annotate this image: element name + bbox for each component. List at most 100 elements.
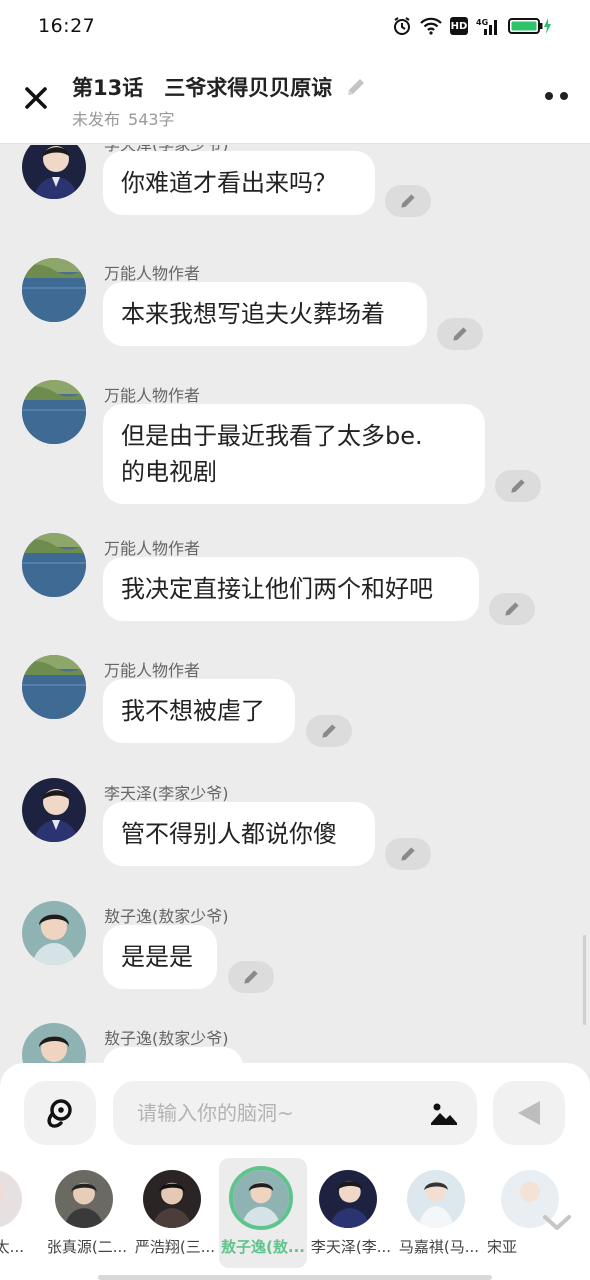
message-text: 管不得别人都说你傻 (121, 820, 337, 848)
pencil-icon (244, 970, 258, 984)
sender-name: 李天泽(李家少爷) (104, 784, 229, 803)
pencil-icon (401, 847, 415, 861)
character-name: 敖子逸(敖... (221, 1238, 305, 1256)
avatar[interactable] (22, 533, 86, 597)
character-avatar (407, 1170, 465, 1228)
character-name: (太... (0, 1238, 24, 1256)
message-bubble[interactable]: 管不得别人都说你傻 (103, 802, 375, 866)
message-bubble[interactable] (103, 1047, 243, 1063)
send-icon (518, 1101, 540, 1125)
edit-title-icon[interactable] (344, 75, 368, 99)
avatar-ao-ziyi-image (22, 901, 86, 965)
voice-input-button[interactable] (24, 1081, 96, 1145)
sender-name: 敖子逸(敖家少爷) (104, 907, 229, 926)
character-item-selected[interactable]: 敖子逸(敖... (219, 1158, 307, 1268)
message-bubble[interactable]: 我决定直接让他们两个和好吧 (103, 557, 479, 621)
edit-message-button[interactable] (306, 715, 352, 747)
edit-message-button[interactable] (437, 318, 483, 350)
avatar-author-image (22, 380, 86, 444)
character-avatar (55, 1170, 113, 1228)
avatar[interactable] (22, 778, 86, 842)
character-name: 李天泽(李... (310, 1238, 392, 1256)
sender-name: 万能人物作者 (104, 264, 201, 283)
edit-message-button[interactable] (385, 838, 431, 870)
edit-message-button[interactable] (228, 961, 274, 993)
avatar-author-image (22, 655, 86, 719)
character-avatar-image (55, 1170, 113, 1228)
avatar[interactable] (22, 1023, 86, 1063)
character-avatar-image (407, 1170, 465, 1228)
character-item[interactable]: 张真源(二... (43, 1158, 131, 1268)
character-strip[interactable]: (太... 张真源(二... 严浩翔(三... (0, 1158, 590, 1268)
sender-name: 万能人物作者 (104, 386, 201, 405)
pencil-icon (505, 602, 519, 616)
character-avatar (229, 1166, 293, 1230)
message-input-box[interactable] (113, 1081, 477, 1145)
hd-badge: HD (450, 17, 468, 35)
avatar-li-tianze-image (22, 145, 86, 199)
character-item[interactable]: (太... (0, 1158, 38, 1268)
more-options-button[interactable] (545, 92, 568, 100)
edit-message-button[interactable] (489, 593, 535, 625)
avatar[interactable] (22, 258, 86, 322)
character-avatar-image (233, 1170, 289, 1226)
chapter-title[interactable]: 第13话 三爷求得贝贝原谅 (72, 72, 332, 102)
message-bubble[interactable]: 我不想被虐了 (103, 679, 295, 743)
chevron-down-icon[interactable] (540, 1211, 574, 1235)
signal-icon: 4G (476, 18, 497, 35)
alarm-icon (394, 17, 410, 35)
status-time: 16:27 (38, 15, 96, 37)
message-bubble[interactable]: 你难道才看出来吗？ (103, 151, 375, 215)
character-avatar (0, 1170, 22, 1228)
network-label: 4G (476, 18, 488, 27)
chat-area[interactable]: 李天泽(李家少爷) 你难道才看出来吗？ 万能人物作者 本来我想写追夫火葬场着 (0, 145, 590, 1063)
image-icon[interactable] (429, 1099, 459, 1127)
message-text: 本来我想写追夫火葬场着 (121, 300, 385, 328)
character-strip-scrollbar[interactable] (98, 1275, 492, 1280)
avatar[interactable] (22, 380, 86, 444)
pencil-icon (322, 724, 336, 738)
battery-icon (508, 18, 551, 34)
character-avatar (319, 1170, 377, 1228)
character-name: 严浩翔(三... (134, 1238, 216, 1256)
message-bubble[interactable]: 但是由于最近我看了太多be. 的电视剧 (103, 404, 485, 504)
edit-message-button[interactable] (385, 185, 431, 217)
word-count: 543字 (128, 110, 175, 129)
avatar-author-image (22, 533, 86, 597)
close-icon[interactable] (22, 84, 50, 112)
avatar-ao-ziyi-image (22, 1023, 86, 1063)
message-text: 的电视剧 (121, 458, 217, 486)
sender-name: 万能人物作者 (104, 661, 201, 680)
character-avatar (143, 1170, 201, 1228)
avatar-li-tianze-image (22, 778, 86, 842)
message-input[interactable] (137, 1101, 417, 1125)
character-name: 宋亚 (487, 1238, 518, 1256)
pencil-icon (511, 479, 525, 493)
message-text: 我不想被虐了 (121, 697, 265, 725)
status-bar: 16:27 HD 4G (0, 0, 590, 52)
character-name: 张真源(二... (46, 1238, 128, 1256)
message-text: 你难道才看出来吗？ (121, 169, 337, 197)
chat-scrollbar[interactable] (583, 935, 586, 1025)
character-item[interactable]: 严浩翔(三... (131, 1158, 219, 1268)
message-text: 是是是 (121, 943, 193, 971)
avatar[interactable] (22, 655, 86, 719)
message-bubble[interactable]: 是是是 (103, 925, 217, 989)
avatar[interactable] (22, 145, 86, 199)
voice-icon (47, 1099, 72, 1128)
edit-message-button[interactable] (495, 470, 541, 502)
wifi-icon (420, 17, 442, 35)
message-text: 但是由于最近我看了太多be. (121, 422, 423, 450)
pencil-icon (401, 194, 415, 208)
character-avatar-image (319, 1170, 377, 1228)
send-button[interactable] (493, 1081, 565, 1145)
message-bubble[interactable]: 本来我想写追夫火葬场着 (103, 282, 427, 346)
character-avatar-image (143, 1170, 201, 1228)
input-panel: (太... 张真源(二... 严浩翔(三... (0, 1063, 590, 1280)
character-item[interactable]: 李天泽(李... (307, 1158, 395, 1268)
pencil-icon (453, 327, 467, 341)
avatar[interactable] (22, 901, 86, 965)
character-item[interactable]: 马嘉祺(马... (395, 1158, 483, 1268)
status-icons: HD 4G (392, 16, 552, 36)
avatar-author-image (22, 258, 86, 322)
